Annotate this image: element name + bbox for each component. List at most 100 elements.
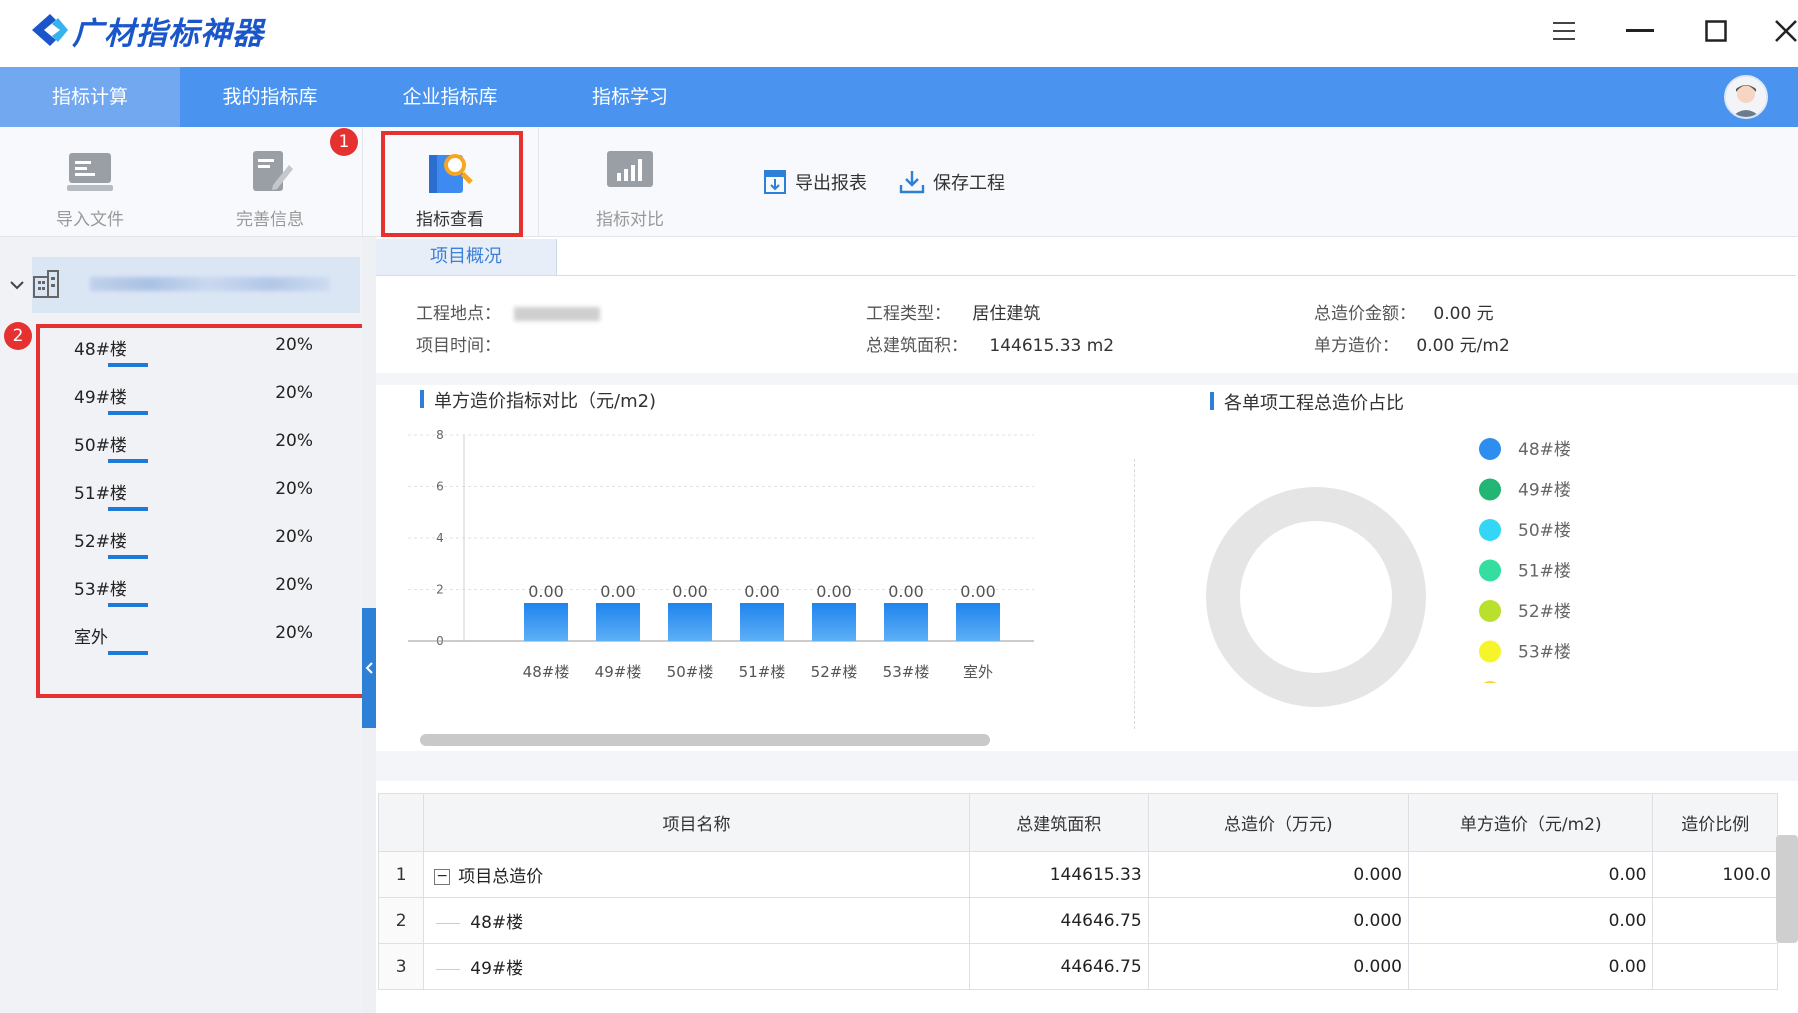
collapse-panel-handle[interactable] — [362, 608, 376, 728]
table-row[interactable]: 1 − 项目总造价 144615.33 0.000 0.00 100.0 — [377, 851, 1778, 898]
main-nav: 指标计算 我的指标库 企业指标库 指标学习 — [0, 67, 1798, 127]
nav-tab-index-calc[interactable]: 指标计算 — [0, 67, 180, 127]
legend-label[interactable]: 48#楼 — [1518, 440, 1571, 460]
bar-chart: 024680.0048#楼0.0049#楼0.0050#楼0.0051#楼0.0… — [408, 428, 1034, 681]
export-report-button[interactable]: 导出报表 — [763, 167, 867, 197]
row-name: 48#楼 — [470, 913, 524, 933]
x-tick-label: 53#楼 — [883, 663, 930, 681]
total-cost-label: 总造价金额： — [1314, 304, 1416, 324]
unit-cost-field: 单方造价： 0.00 元/m2 — [1314, 331, 1510, 356]
bar — [668, 603, 712, 641]
row-cost: 0.000 — [1147, 943, 1409, 990]
y-tick-label: 2 — [436, 583, 444, 597]
import-file-label: 导入文件 — [56, 210, 124, 230]
bar-data-label: 0.00 — [816, 582, 852, 601]
legend-swatch — [1479, 519, 1501, 541]
step-badge-1: 1 — [330, 128, 358, 156]
table-header-index — [377, 793, 425, 852]
bar-data-label: 0.00 — [672, 582, 708, 601]
table-divider — [376, 751, 1798, 781]
menu-icon[interactable] — [1544, 14, 1584, 48]
type-value: 居住建筑 — [972, 304, 1041, 324]
chevron-down-icon[interactable] — [10, 281, 24, 291]
tab-underline — [376, 275, 1796, 276]
row-index: 1 — [377, 851, 425, 898]
legend-label[interactable]: 53#楼 — [1518, 643, 1571, 663]
area-value: 144615.33 m2 — [989, 336, 1115, 356]
table-row[interactable]: 3 49#楼 44646.75 0.000 0.00 — [377, 943, 1778, 990]
table-header-unit-cost[interactable]: 单方造价（元/m2) — [1407, 793, 1654, 852]
export-report-label: 导出报表 — [795, 173, 867, 194]
legend-swatch — [1479, 600, 1501, 622]
bar — [884, 603, 928, 641]
x-tick-label: 48#楼 — [523, 663, 570, 681]
legend-swatch — [1479, 640, 1501, 663]
highlight-box-2 — [36, 324, 366, 698]
table-row[interactable]: 2 48#楼 44646.75 0.000 0.00 — [377, 897, 1778, 944]
y-tick-label: 4 — [436, 531, 444, 545]
export-report-icon — [764, 170, 786, 194]
cost-table: 项目名称 总建筑面积 总造价（万元) 单方造价（元/m2) 造价比例 1 − 项目… — [377, 793, 1778, 990]
table-header-name[interactable]: 项目名称 — [423, 793, 970, 852]
minimize-icon[interactable] — [1620, 14, 1660, 48]
highlight-box-1 — [381, 131, 523, 237]
logo-icon — [32, 14, 68, 46]
row-name-cell: − 项目总造价 — [423, 851, 970, 898]
complete-info-button[interactable]: 完善信息 — [200, 127, 340, 237]
tree-connector — [436, 922, 461, 924]
type-field: 工程类型： 居住建筑 — [866, 299, 1040, 324]
row-unit-cost: 0.00 — [1407, 851, 1654, 898]
nav-tab-enterprise-library[interactable]: 企业指标库 — [360, 67, 540, 127]
y-tick-label: 8 — [436, 428, 444, 442]
legend-label[interactable]: 51#楼 — [1518, 562, 1571, 582]
tree-root-project[interactable] — [32, 257, 360, 313]
legend-swatch — [1479, 478, 1501, 501]
row-ratio — [1652, 897, 1778, 944]
bar-data-label: 0.00 — [744, 582, 780, 601]
maximize-icon[interactable] — [1696, 14, 1736, 48]
x-tick-label: 50#楼 — [667, 663, 714, 681]
table-header-ratio[interactable]: 造价比例 — [1652, 793, 1778, 852]
import-file-button[interactable]: 导入文件 — [20, 127, 160, 237]
toolbar-divider — [538, 127, 539, 237]
table-header-area[interactable]: 总建筑面积 — [968, 793, 1149, 852]
unit-cost-value: 0.00 元/m2 — [1416, 336, 1510, 356]
title-bar: 广材指标神器 — [0, 0, 1798, 67]
table-vertical-scrollbar[interactable] — [1776, 835, 1798, 943]
compare-index-button[interactable]: 指标对比 — [560, 127, 700, 237]
x-tick-label: 52#楼 — [811, 663, 858, 681]
legend-swatch — [1483, 681, 1497, 683]
bar-data-label: 0.00 — [888, 582, 924, 601]
nav-tab-my-library[interactable]: 我的指标库 — [180, 67, 360, 127]
bar-data-label: 0.00 — [600, 582, 636, 601]
close-icon[interactable] — [1766, 14, 1798, 48]
time-field: 项目时间： — [416, 331, 501, 356]
chart-scrollbar[interactable] — [420, 734, 990, 746]
step-badge-2: 2 — [4, 322, 32, 350]
unit-cost-label: 单方造价： — [1314, 336, 1399, 356]
row-area: 44646.75 — [968, 943, 1149, 990]
table-header-cost[interactable]: 总造价（万元) — [1147, 793, 1409, 852]
area-field: 总建筑面积： 144615.33 m2 — [866, 331, 1114, 356]
edit-doc-icon — [253, 151, 293, 191]
download-icon — [899, 171, 925, 194]
x-tick-label: 51#楼 — [739, 663, 786, 681]
tab-project-overview[interactable]: 项目概况 — [376, 239, 557, 275]
pie-legend: 48#楼49#楼50#楼51#楼52#楼53#楼室外 — [1479, 438, 1571, 683]
total-cost-field: 总造价金额： 0.00 元 — [1314, 299, 1494, 324]
y-tick-label: 6 — [436, 480, 444, 494]
toolbar: 导入文件 完善信息 指标查看 指标对比 导出报表 保存工程 — [0, 127, 1798, 237]
user-avatar[interactable] — [1724, 75, 1768, 119]
x-tick-label: 49#楼 — [595, 663, 642, 681]
legend-swatch — [1479, 438, 1501, 460]
legend-label[interactable]: 49#楼 — [1518, 481, 1571, 501]
legend-label[interactable]: 50#楼 — [1518, 521, 1571, 541]
row-name: 项目总造价 — [458, 867, 544, 887]
location-field: 工程地点： — [416, 299, 601, 324]
legend-label[interactable]: 52#楼 — [1518, 602, 1571, 622]
bar — [524, 603, 568, 641]
save-project-button[interactable]: 保存工程 — [899, 167, 1005, 197]
nav-tab-learning[interactable]: 指标学习 — [540, 67, 720, 127]
collapse-toggle-icon[interactable]: − — [434, 869, 451, 885]
avatar-icon — [1726, 77, 1766, 117]
